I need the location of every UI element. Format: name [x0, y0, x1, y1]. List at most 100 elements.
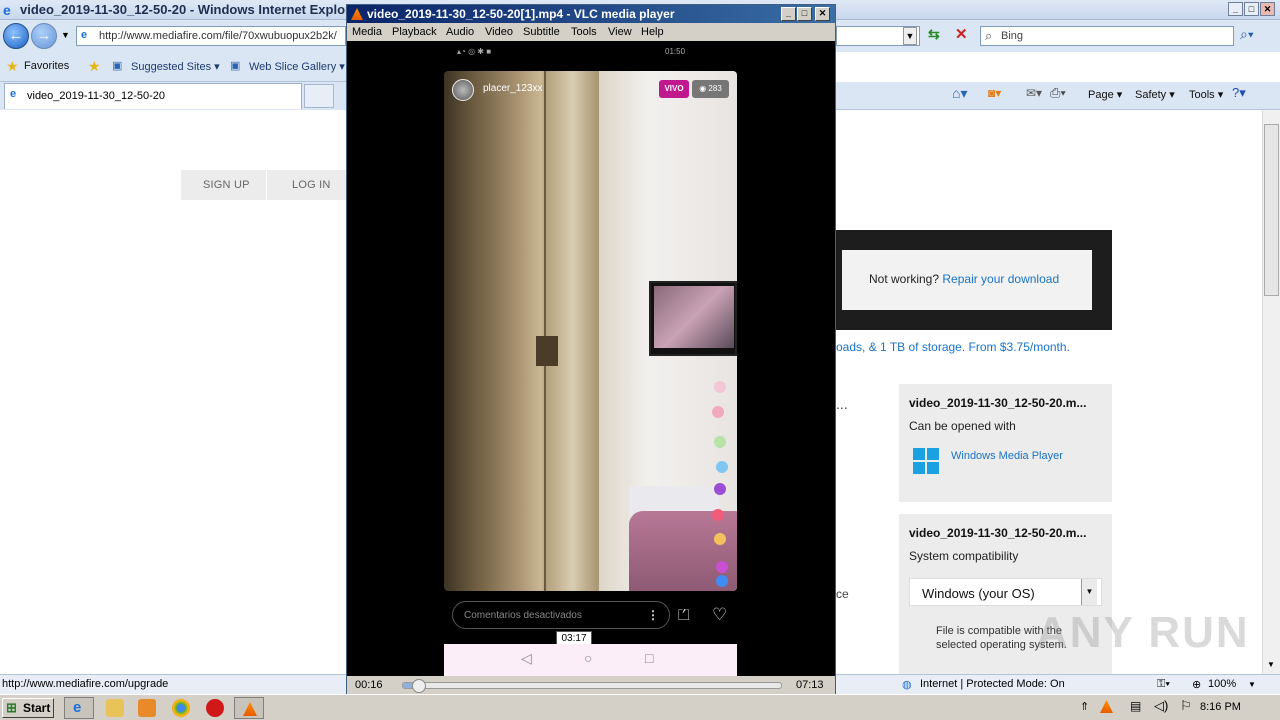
zoom-dropdown-icon[interactable]: ▼: [1248, 680, 1256, 689]
tab-current[interactable]: e video_2019-11-30_12-50-20: [4, 83, 302, 109]
comments-input: Comentarios desactivados: [452, 601, 670, 629]
search-input[interactable]: ⌕ Bing: [980, 26, 1234, 46]
not-working-label: Not working?: [869, 272, 940, 286]
address-dropdown-icon[interactable]: ▼: [903, 27, 917, 45]
heart-icon: [714, 436, 726, 448]
explorer-icon[interactable]: [106, 699, 124, 717]
signup-button[interactable]: SIGN UP: [203, 179, 250, 191]
menu-playback[interactable]: Playback: [392, 26, 437, 38]
login-button[interactable]: LOG IN: [292, 179, 331, 191]
history-dropdown-icon[interactable]: ▼: [61, 30, 70, 40]
android-nav-bar: ◁ ○ □: [444, 644, 737, 676]
forward-button[interactable]: →: [31, 23, 57, 49]
suggested-sites-link[interactable]: Suggested Sites ▾: [131, 60, 220, 73]
media-player-icon[interactable]: [138, 699, 156, 717]
address-bar-end[interactable]: ▼: [836, 26, 920, 46]
heart-icon: [714, 483, 726, 495]
kebab-menu-icon: ⋮: [647, 608, 659, 622]
vlc-minimize-button[interactable]: _: [781, 7, 796, 21]
ie-logo-icon: e: [73, 699, 82, 716]
zoom-icon[interactable]: ⊕: [1192, 678, 1201, 691]
web-slice-icon: ▣: [230, 60, 241, 72]
back-triangle-icon: ◁: [521, 650, 532, 666]
home-icon[interactable]: ⌂▾: [952, 85, 967, 102]
zoom-level[interactable]: 100%: [1208, 678, 1236, 690]
menu-audio[interactable]: Audio: [446, 26, 474, 38]
tools-menu[interactable]: Tools ▾: [1189, 88, 1223, 101]
help-icon[interactable]: ?▾: [1232, 85, 1246, 101]
anyrun-watermark: ANY RUN: [1036, 608, 1250, 657]
menu-tools[interactable]: Tools: [571, 26, 597, 38]
menu-media[interactable]: Media: [352, 26, 382, 38]
address-text: http://www.mediafire.com/file/70xwubuopu…: [99, 30, 337, 42]
menu-video[interactable]: Video: [485, 26, 513, 38]
search-go-icon[interactable]: ⌕▾: [1240, 26, 1254, 43]
favorites-button[interactable]: Favorites: [24, 60, 69, 72]
print-icon[interactable]: ⎙▾: [1050, 85, 1066, 101]
web-slice-gallery-link[interactable]: Web Slice Gallery ▾: [249, 60, 345, 73]
tray-network-icon[interactable]: ▤: [1130, 699, 1141, 713]
feeds-icon[interactable]: ◙▾: [988, 86, 1001, 100]
chrome-icon[interactable]: [172, 699, 190, 717]
vertical-scrollbar[interactable]: ▼: [1262, 110, 1280, 674]
safety-menu[interactable]: Safety ▾: [1135, 88, 1175, 101]
avatar: [452, 79, 474, 101]
vlc-maximize-button[interactable]: □: [797, 7, 812, 21]
page-icon: e: [81, 29, 88, 41]
viewer-count: ◉ 283: [692, 80, 729, 98]
mail-icon[interactable]: ✉▾: [1026, 86, 1042, 100]
tray-expand-icon[interactable]: ⇑: [1080, 700, 1089, 713]
security-zone: Internet | Protected Mode: On: [920, 678, 1065, 690]
os-select[interactable]: Windows (your OS) ▼: [909, 578, 1102, 606]
stream-username: placer_123xx: [483, 83, 543, 94]
ie-task-button[interactable]: e: [64, 697, 94, 719]
close-button[interactable]: ✕: [1260, 2, 1275, 16]
menu-subtitle[interactable]: Subtitle: [523, 26, 560, 38]
tray-volume-icon[interactable]: ◁): [1154, 698, 1168, 714]
heart-icon: [712, 509, 724, 521]
seek-handle[interactable]: [411, 679, 426, 693]
windows-media-player-link[interactable]: Windows Media Player: [951, 450, 1063, 462]
vlc-window[interactable]: video_2019-11-30_12-50-20[1].mp4 - VLC m…: [346, 4, 836, 694]
upgrade-promo-link[interactable]: oads, & 1 TB of storage. From $3.75/mont…: [836, 340, 1070, 354]
home-circle-icon: ○: [584, 650, 593, 666]
heart-icon: [716, 575, 728, 587]
menu-help[interactable]: Help: [641, 26, 664, 38]
command-bar: ⌂▾ ◙▾ ✉▾ ⎙▾ Page ▾ Safety ▾ Tools ▾ ?▾: [836, 82, 1280, 110]
start-button[interactable]: ⊞ Start: [2, 698, 54, 718]
address-bar[interactable]: e http://www.mediafire.com/file/70xwubuo…: [76, 26, 346, 46]
stop-icon[interactable]: ✕: [955, 25, 968, 43]
suggested-sites-icon: ▣: [112, 60, 123, 72]
refresh-icon[interactable]: ⇆: [928, 26, 940, 43]
maximize-button[interactable]: □: [1244, 2, 1259, 16]
os-select-value: Windows (your OS): [922, 586, 1035, 601]
card-subtitle: Can be opened with: [909, 419, 1016, 433]
tray-vlc-icon[interactable]: [1100, 700, 1113, 713]
ie-logo-icon: e: [3, 2, 11, 18]
tab-label: video_2019-11-30_12-50-20: [27, 90, 166, 102]
page-menu[interactable]: Page ▾: [1088, 88, 1122, 101]
opera-icon[interactable]: [206, 699, 224, 717]
lock-icon[interactable]: ⚿▾: [1157, 678, 1170, 691]
add-favorite-icon[interactable]: ★: [88, 58, 101, 75]
vlc-window-title: video_2019-11-30_12-50-20[1].mp4 - VLC m…: [367, 7, 675, 21]
new-tab-button[interactable]: [304, 84, 334, 108]
scrollbar-thumb[interactable]: [1264, 124, 1279, 296]
scroll-down-icon[interactable]: ▼: [1267, 660, 1275, 669]
vlc-menu-bar: Media Playback Audio Video Subtitle Tool…: [347, 23, 835, 41]
vlc-task-button[interactable]: [234, 697, 264, 719]
video-area[interactable]: ▴◔ ◎ ✱ ■ 01:50 placer_123xx VIVO ◉ 283 C…: [347, 41, 835, 676]
repair-download-link[interactable]: Repair your download: [942, 272, 1059, 286]
clock[interactable]: 8:16 PM: [1200, 701, 1241, 713]
back-button[interactable]: ←: [3, 23, 29, 49]
favorites-bar: ★ Favorites ★ ▣ Suggested Sites ▾ ▣ Web …: [0, 52, 346, 82]
vlc-close-button[interactable]: ✕: [815, 7, 830, 21]
vlc-title-bar[interactable]: video_2019-11-30_12-50-20[1].mp4 - VLC m…: [347, 5, 835, 23]
vlc-cone-icon: [351, 8, 363, 20]
chevron-down-icon[interactable]: ▼: [1081, 579, 1097, 605]
seek-bar[interactable]: [402, 679, 782, 693]
minimize-button[interactable]: _: [1228, 2, 1243, 16]
tray-flag-icon[interactable]: ⚐: [1180, 698, 1192, 714]
menu-view[interactable]: View: [608, 26, 632, 38]
card-subtitle: System compatibility: [909, 549, 1019, 563]
